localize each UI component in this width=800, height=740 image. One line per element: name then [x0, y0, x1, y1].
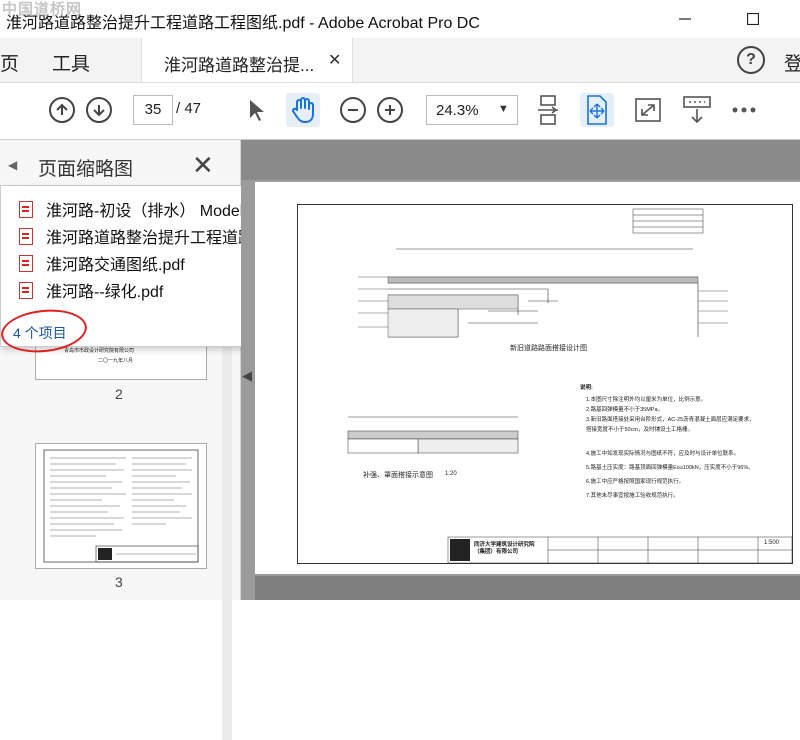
- page-number-input[interactable]: 35: [133, 95, 173, 125]
- help-icon[interactable]: ?: [737, 46, 765, 74]
- read-mode-icon: [683, 96, 711, 124]
- thumbnails-panel-title: 页面缩略图: [38, 159, 134, 180]
- thumbnail-page-3[interactable]: [35, 443, 207, 569]
- note-line: 3.新旧路面搭接处采用台阶形式，AC-25沥青混凝土面层应满足要求，: [586, 417, 755, 423]
- tab-bar: 页 工具 淮河路道路整治提... ✕ ? 登: [0, 38, 800, 83]
- cursor-arrow-icon: [250, 100, 264, 121]
- read-mode-button[interactable]: [680, 93, 714, 127]
- page-scroll-icon: [538, 95, 558, 125]
- minimize-button[interactable]: [662, 0, 708, 38]
- fit-page-icon: [587, 95, 607, 125]
- file-name: 淮河路交通图纸.pdf: [46, 257, 185, 274]
- document-viewport[interactable]: ◀ 新旧道路路面搭接设计图 补强、罩面搭接示意图 1:20 说明: 1.本图尺寸…: [241, 140, 800, 600]
- thumbnail-org-text: 青岛市市政设计研究院有限公司: [64, 348, 135, 354]
- pdf-page: 新旧道路路面搭接设计图 补强、罩面搭接示意图 1:20 说明: 1.本图尺寸除注…: [255, 182, 800, 574]
- collapse-panel-icon[interactable]: ◀: [242, 368, 252, 384]
- page-gap-bottom: [255, 576, 800, 600]
- chevron-down-icon: ▼: [498, 103, 509, 115]
- zoom-level-select[interactable]: 24.3% ▼: [426, 95, 518, 125]
- drawing-scale-bottom: 1:20: [445, 471, 457, 477]
- maximize-button[interactable]: [730, 0, 776, 38]
- tab-tools[interactable]: 工具: [52, 49, 90, 76]
- zoom-in-button[interactable]: [377, 97, 403, 123]
- drawing-frame: 新旧道路路面搭接设计图 补强、罩面搭接示意图 1:20 说明: 1.本图尺寸除注…: [297, 204, 793, 564]
- maximize-icon: [747, 13, 759, 25]
- zoom-out-button[interactable]: [340, 97, 366, 123]
- drawing-title-bottom: 补强、罩面搭接示意图: [363, 472, 433, 479]
- file-list-item[interactable]: 淮河路交通图纸.pdf: [19, 251, 185, 275]
- thumbnails-scrollbar[interactable]: [222, 335, 232, 740]
- zoom-level-value: 24.3%: [436, 102, 479, 119]
- hand-icon: [292, 97, 314, 123]
- notes-title: 说明:: [580, 385, 593, 391]
- more-tools-button[interactable]: [727, 93, 761, 127]
- file-list-item[interactable]: 淮河路--绿化.pdf: [19, 278, 163, 302]
- thumbnails-panel-header: ◀ 页面缩略图 ✕: [0, 140, 240, 190]
- drawing-title-top: 新旧道路路面搭接设计图: [510, 345, 587, 352]
- thumbnail-number: 2: [115, 386, 123, 402]
- close-panel-icon[interactable]: ✕: [192, 150, 214, 181]
- note-line: 1.本图尺寸除注明外均以厘米为单位，比例示意。: [586, 397, 707, 403]
- next-page-button[interactable]: [86, 97, 112, 123]
- previous-page-button[interactable]: [49, 97, 75, 123]
- title-block-scale: 1:500: [764, 540, 780, 546]
- pdf-file-icon: [19, 281, 33, 299]
- select-tool-button[interactable]: [239, 93, 273, 127]
- note-line: 搭接宽度不小于50cm，及时铺设土工格栅。: [586, 427, 693, 433]
- pdf-file-icon: [19, 254, 33, 272]
- pdf-file-icon: [19, 200, 33, 218]
- title-block-company: 同济大学建筑设计研究院（集团）有限公司: [474, 542, 535, 555]
- close-tab-icon[interactable]: ✕: [328, 50, 341, 70]
- note-line: 4.施工中如发现实际情况与图纸不符，应及时与设计单位联系。: [586, 451, 740, 457]
- minimize-icon: [679, 18, 691, 20]
- full-screen-icon: [635, 98, 661, 122]
- hand-tool-button[interactable]: [286, 93, 320, 127]
- note-line: 6.施工中应严格按照国家现行规范执行。: [586, 479, 685, 485]
- thumbnail-date-text: 二〇一九年八月: [98, 358, 134, 364]
- thumbnail-preview: [43, 449, 199, 563]
- more-horizontal-icon: [732, 107, 756, 113]
- chevron-left-icon[interactable]: ◀: [8, 158, 17, 172]
- drawing-notes: 说明: 1.本图尺寸除注明外均以厘米为单位，比例示意。 2.路基回弹模量不小于3…: [580, 383, 790, 533]
- toolbar: 35 / 47 24.3% ▼: [0, 83, 800, 140]
- tab-document[interactable]: 淮河路道路整治提... ✕: [141, 38, 353, 82]
- note-line: 5.路基土压实度：路基顶面回弹模量Eo≥100kN，压实度不小于96%。: [586, 465, 754, 471]
- tab-home[interactable]: 页: [0, 49, 19, 76]
- page-total: / 47: [176, 100, 202, 117]
- page-display-button[interactable]: [531, 93, 565, 127]
- file-name: 淮河路--绿化.pdf: [46, 284, 164, 301]
- login-button[interactable]: 登: [784, 49, 800, 76]
- title-bar: 淮河路道路整治提升工程道路工程图纸.pdf - Adobe Acrobat Pr…: [0, 0, 800, 38]
- full-screen-button[interactable]: [631, 93, 665, 127]
- plus-icon: [385, 105, 395, 115]
- arrow-down-icon: [93, 105, 105, 117]
- minus-icon: [348, 109, 358, 111]
- page-gap: [241, 140, 800, 180]
- note-line: 2.路基回弹模量不小于35MPa。: [586, 407, 664, 413]
- arrow-up-icon: [56, 103, 68, 115]
- fit-page-button[interactable]: [580, 93, 614, 127]
- pdf-file-icon: [19, 227, 33, 245]
- note-line: 7.其他未尽事宜按施工验收规范执行。: [586, 493, 679, 499]
- watermark: 中国道桥网: [2, 1, 83, 18]
- thumbnail-number: 3: [115, 574, 123, 590]
- tab-document-label: 淮河路道路整治提...: [164, 56, 315, 75]
